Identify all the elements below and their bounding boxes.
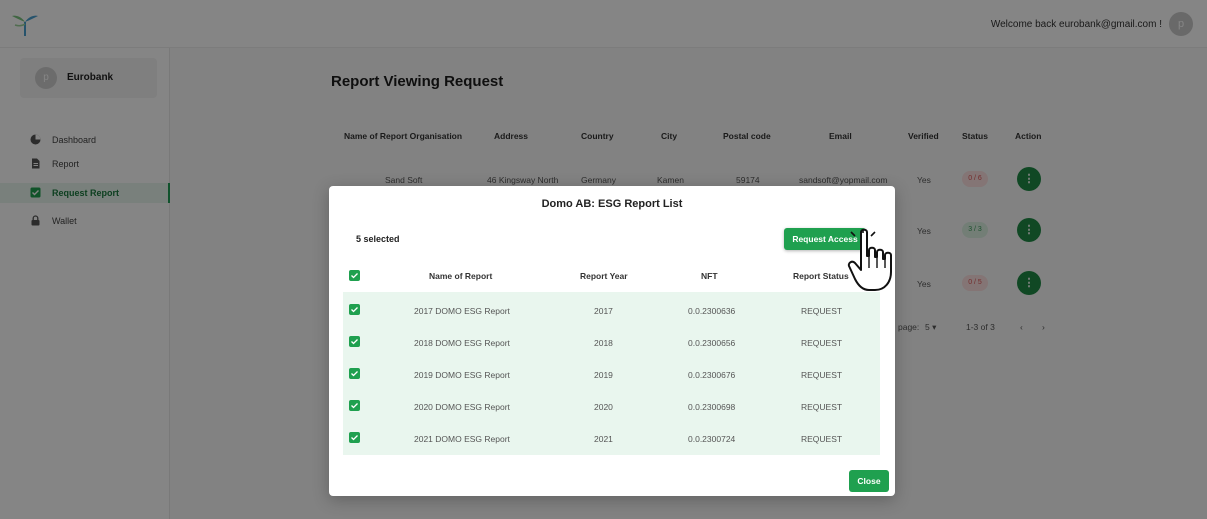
row-checkbox[interactable] (349, 336, 360, 347)
table-row[interactable]: 2021 DOMO ESG Report 2021 0.0.2300724 RE… (343, 423, 880, 455)
column-header[interactable]: Report Year (580, 271, 628, 281)
nft-cell: 0.0.2300676 (688, 370, 736, 380)
selected-count: 5 selected (356, 234, 400, 244)
table-row[interactable]: 2019 DOMO ESG Report 2019 0.0.2300676 RE… (343, 359, 880, 391)
report-year-cell: 2018 (594, 338, 613, 348)
close-button[interactable]: Close (849, 470, 889, 492)
nft-cell: 0.0.2300636 (688, 306, 736, 316)
report-year-cell: 2020 (594, 402, 613, 412)
report-name-cell: 2018 DOMO ESG Report (414, 338, 510, 348)
report-name-cell: 2017 DOMO ESG Report (414, 306, 510, 316)
report-status-cell: REQUEST (801, 434, 843, 444)
row-checkbox[interactable] (349, 368, 360, 379)
check-icon (351, 307, 358, 313)
table-row[interactable]: 2017 DOMO ESG Report 2017 0.0.2300636 RE… (343, 295, 880, 327)
select-all-checkbox[interactable] (349, 270, 360, 281)
report-status-cell: REQUEST (801, 306, 843, 316)
row-checkbox[interactable] (349, 400, 360, 411)
report-name-cell: 2020 DOMO ESG Report (414, 402, 510, 412)
row-checkbox[interactable] (349, 432, 360, 443)
nft-cell: 0.0.2300724 (688, 434, 736, 444)
report-name-cell: 2021 DOMO ESG Report (414, 434, 510, 444)
check-icon (351, 273, 358, 279)
nft-cell: 0.0.2300698 (688, 402, 736, 412)
column-header[interactable]: Name of Report (429, 271, 492, 281)
report-table-body: 2017 DOMO ESG Report 2017 0.0.2300636 RE… (343, 292, 880, 455)
report-name-cell: 2019 DOMO ESG Report (414, 370, 510, 380)
dialog-title: Domo AB: ESG Report List (541, 198, 683, 210)
hand-pointer-icon (847, 228, 892, 291)
report-year-cell: 2021 (594, 434, 613, 444)
report-list-dialog: Domo AB: ESG Report List 5 selected Requ… (329, 186, 895, 496)
report-year-cell: 2017 (594, 306, 613, 316)
row-checkbox[interactable] (349, 304, 360, 315)
check-icon (351, 435, 358, 441)
report-status-cell: REQUEST (801, 370, 843, 380)
column-header[interactable]: Report Status (793, 271, 849, 281)
check-icon (351, 339, 358, 345)
check-icon (351, 371, 358, 377)
column-header[interactable]: NFT (701, 271, 718, 281)
report-status-cell: REQUEST (801, 338, 843, 348)
report-status-cell: REQUEST (801, 402, 843, 412)
check-icon (351, 403, 358, 409)
table-row[interactable]: 2020 DOMO ESG Report 2020 0.0.2300698 RE… (343, 391, 880, 423)
nft-cell: 0.0.2300656 (688, 338, 736, 348)
table-row[interactable]: 2018 DOMO ESG Report 2018 0.0.2300656 RE… (343, 327, 880, 359)
report-year-cell: 2019 (594, 370, 613, 380)
